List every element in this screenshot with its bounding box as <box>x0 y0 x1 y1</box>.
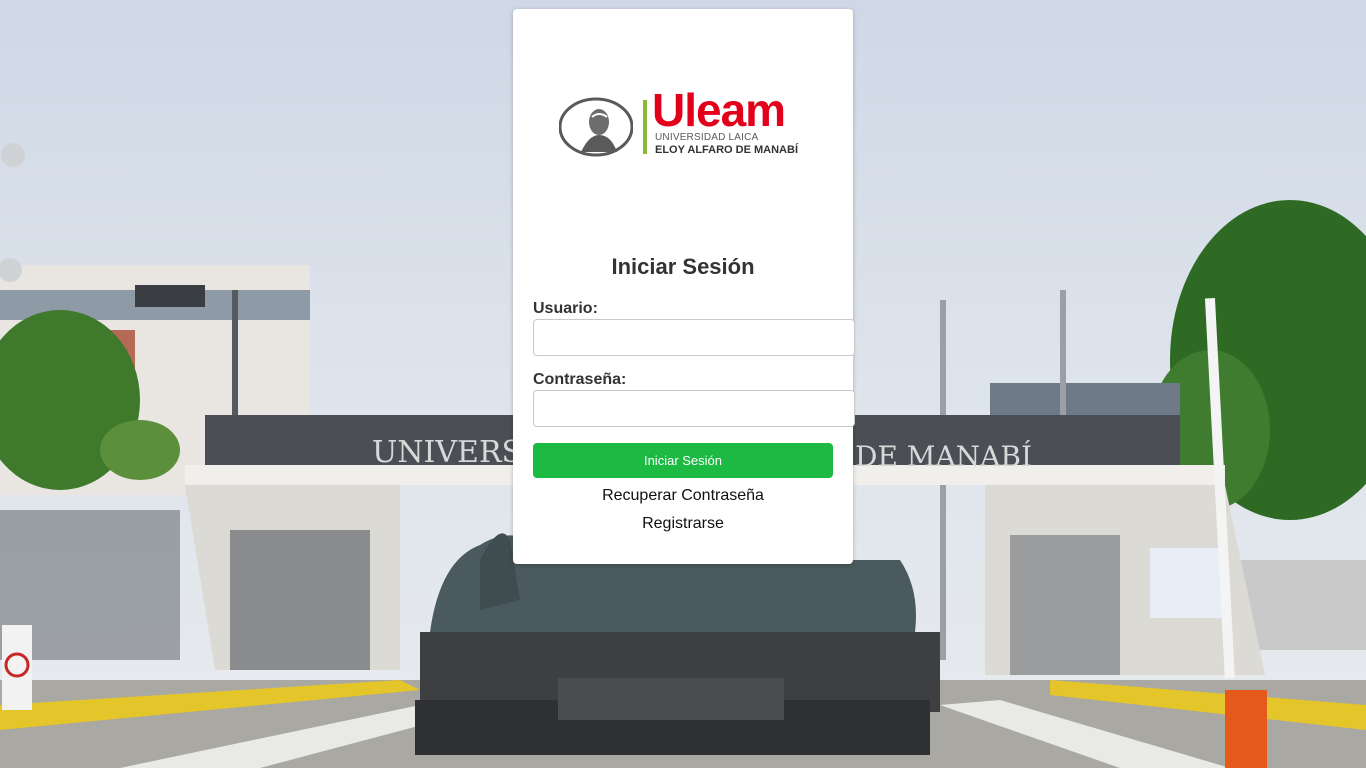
password-input[interactable] <box>533 390 855 427</box>
logo-subtitle-university: UNIVERSIDAD LAICA <box>655 132 759 143</box>
logo-brand-text: Uleam <box>652 84 786 136</box>
login-submit-button[interactable]: Iniciar Sesión <box>533 443 833 478</box>
founder-portrait-emblem-icon <box>559 97 633 157</box>
username-input[interactable] <box>533 319 855 356</box>
login-title: Iniciar Sesión <box>611 254 755 279</box>
logo-divider <box>643 100 647 154</box>
uleam-logo: Uleam UNIVERSIDAD LAICA ELOY ALFARO DE M… <box>559 87 823 159</box>
login-card: Uleam UNIVERSIDAD LAICA ELOY ALFARO DE M… <box>513 9 855 564</box>
password-label: Contraseña: <box>533 371 627 388</box>
recover-password-link[interactable]: Recuperar Contraseña <box>513 487 853 505</box>
username-label: Usuario: <box>533 300 598 317</box>
logo-subtitle-name: ELOY ALFARO DE MANABÍ <box>655 144 799 156</box>
gate-text-right: DE MANABÍ <box>855 440 1032 473</box>
register-link[interactable]: Registrarse <box>513 515 853 533</box>
